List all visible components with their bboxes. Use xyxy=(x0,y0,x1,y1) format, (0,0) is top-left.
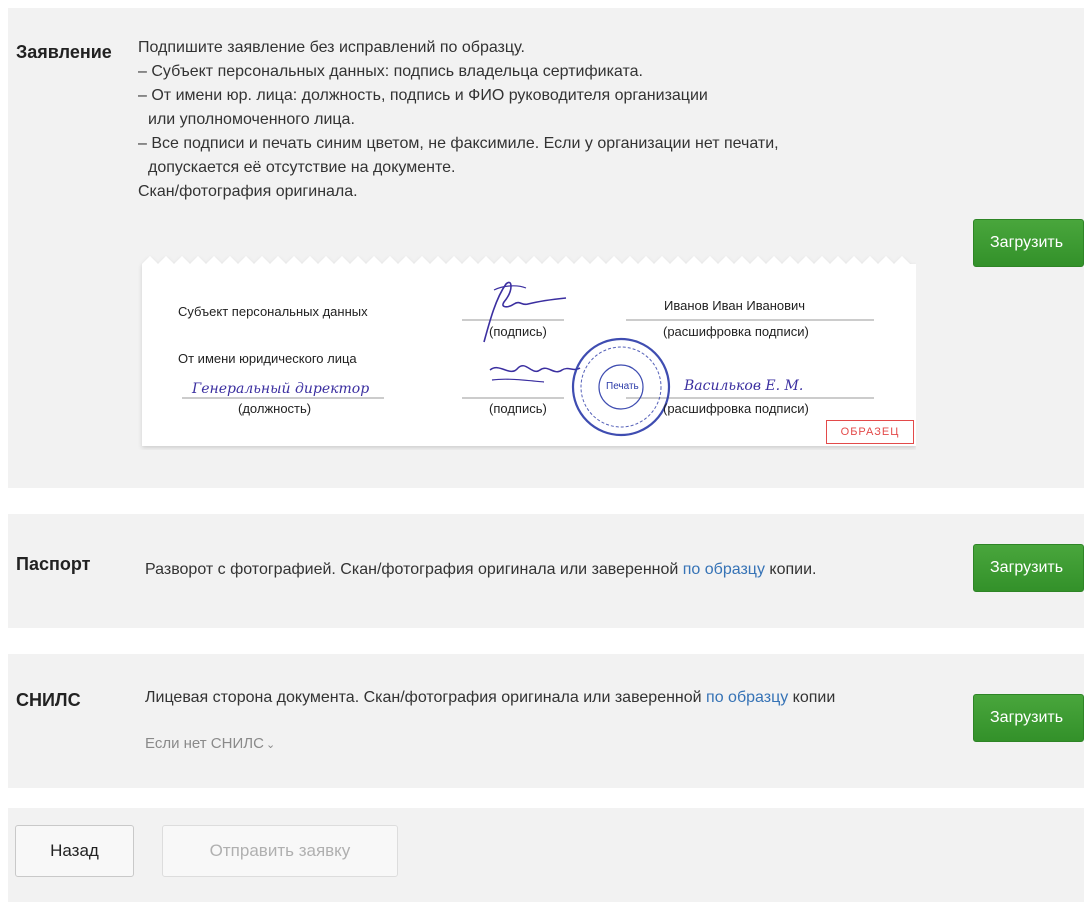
statement-sample-image: Субъект персональных данных (подпись) Ив… xyxy=(134,250,916,450)
statement-description: Подпишите заявление без исправлений по о… xyxy=(138,36,779,204)
sample-subject-name: Иванов Иван Иванович xyxy=(664,298,806,313)
passport-description: Разворот с фотографией. Скан/фотография … xyxy=(145,558,816,582)
snils-title: СНИЛС xyxy=(16,690,81,710)
snils-desc-tail: копии xyxy=(788,689,836,706)
no-snils-toggle[interactable]: Если нет СНИЛС ⌄ xyxy=(145,735,275,752)
no-snils-label: Если нет СНИЛС xyxy=(145,735,264,752)
snils-sample-link[interactable]: по образцу xyxy=(706,689,788,706)
statement-line: Подпишите заявление без исправлений по о… xyxy=(138,39,525,56)
sample-decode-caption: (расшифровка подписи) xyxy=(663,401,809,416)
back-button[interactable]: Назад xyxy=(15,825,134,877)
sample-position-caption: (должность) xyxy=(238,401,312,416)
statement-line: или уполномоченного лица. xyxy=(148,111,355,128)
snils-desc-text: Лицевая сторона документа. Скан/фотограф… xyxy=(145,689,707,706)
sample-subject-label: Субъект персональных данных xyxy=(178,304,368,319)
form-footer: Назад Отправить заявку xyxy=(8,808,1084,902)
sample-signature-caption: (подпись) xyxy=(489,401,547,416)
sample-position-value: Генеральный директор xyxy=(192,381,370,397)
statement-line: – Субъект персональных данных: подпись в… xyxy=(138,63,643,80)
sample-entity-name: Васильков Е. М. xyxy=(684,378,804,394)
snils-section: СНИЛС Лицевая сторона документа. Скан/фо… xyxy=(8,654,1084,788)
stamp-label: Печать xyxy=(606,381,639,392)
snils-upload-button[interactable]: Загрузить xyxy=(973,694,1084,742)
passport-desc-tail: копии. xyxy=(764,561,817,578)
passport-sample-link[interactable]: по образцу xyxy=(683,561,765,578)
statement-line: допускается её отсутствие на документе. xyxy=(148,159,456,176)
statement-upload-button[interactable]: Загрузить xyxy=(973,219,1084,267)
sample-entity-label: От имени юридического лица xyxy=(178,351,357,366)
passport-section: Паспорт Разворот с фотографией. Скан/фот… xyxy=(8,514,1084,628)
statement-title: Заявление xyxy=(16,42,112,62)
passport-title: Паспорт xyxy=(16,554,91,574)
statement-line: Скан/фотография оригинала. xyxy=(138,183,358,200)
passport-upload-button[interactable]: Загрузить xyxy=(973,544,1084,592)
submit-application-button[interactable]: Отправить заявку xyxy=(162,825,398,877)
statement-line: – От имени юр. лица: должность, подпись … xyxy=(138,87,708,104)
sample-badge: ОБРАЗЕЦ xyxy=(826,420,914,444)
sample-signature-caption: (подпись) xyxy=(489,324,547,339)
passport-desc-text: Разворот с фотографией. Скан/фотография … xyxy=(145,561,683,578)
statement-line: – Все подписи и печать синим цветом, не … xyxy=(138,135,779,152)
snils-description: Лицевая сторона документа. Скан/фотограф… xyxy=(145,686,835,710)
sample-paper-graphic xyxy=(142,256,916,446)
sample-decode-caption: (расшифровка подписи) xyxy=(663,324,809,339)
chevron-down-icon: ⌄ xyxy=(265,739,276,751)
